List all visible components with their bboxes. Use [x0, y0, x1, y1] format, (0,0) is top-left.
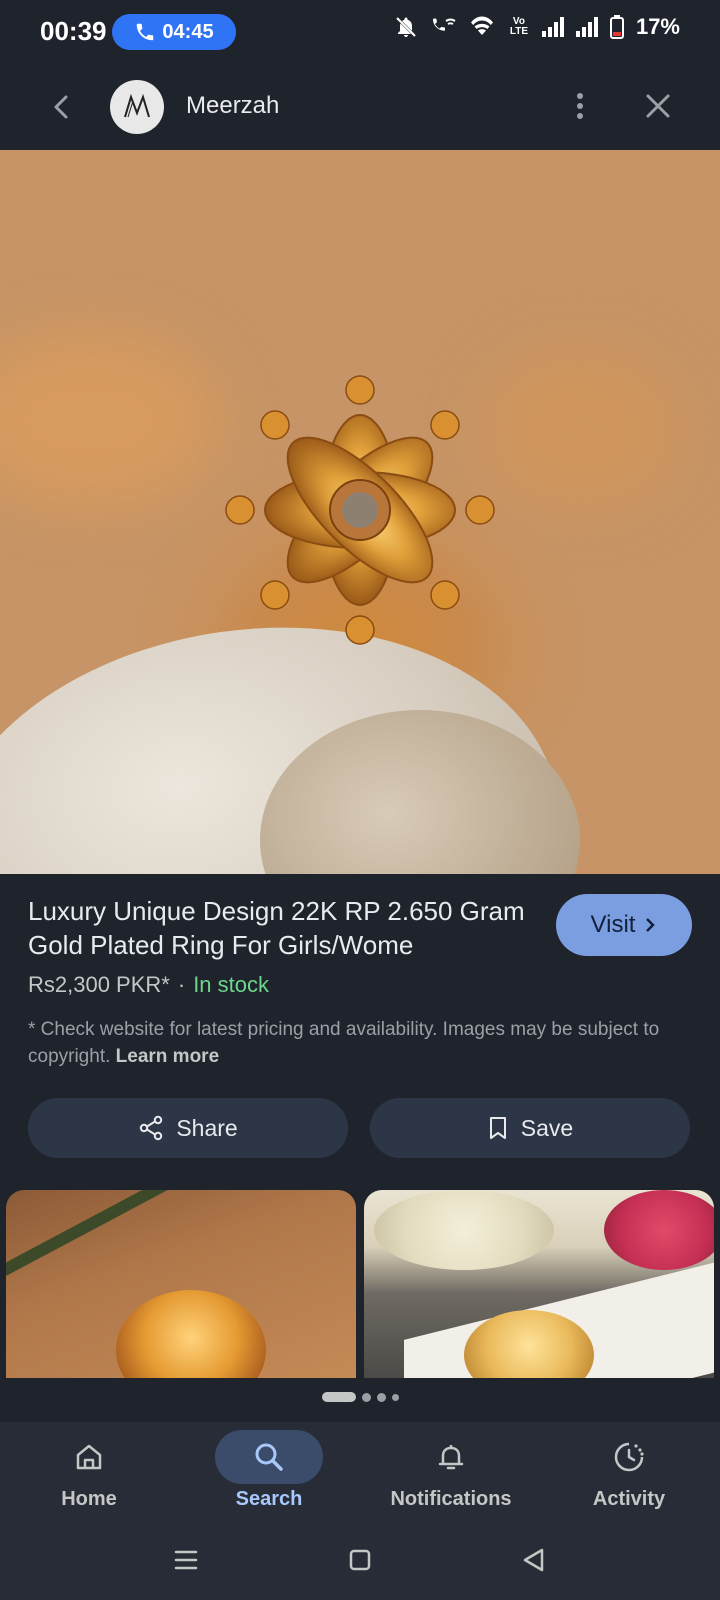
stock-status: In stock	[193, 972, 269, 997]
carousel-dot	[376, 1392, 386, 1402]
related-image-2[interactable]	[364, 1190, 714, 1378]
nav-search[interactable]: Search	[184, 1422, 354, 1522]
leaf-stem	[6, 1190, 215, 1278]
bottom-navigation: Home Search Notifications Activity	[0, 1422, 720, 1522]
search-icon-wrap	[215, 1430, 323, 1484]
learn-more-link[interactable]: Learn more	[116, 1046, 219, 1067]
wifi-icon	[470, 16, 493, 35]
bell-icon	[438, 1445, 464, 1470]
nav-search-label: Search	[235, 1488, 303, 1510]
mute-icon	[395, 16, 417, 38]
menu-icon[interactable]	[166, 1540, 206, 1580]
ongoing-call-pill[interactable]: 04:45	[112, 14, 236, 50]
activity-icon	[614, 1442, 644, 1472]
white-flowers	[374, 1190, 554, 1270]
pink-flowers	[604, 1190, 714, 1270]
price-row: Rs2,300 PKR* · In stock	[28, 972, 269, 998]
status-bar: 00:39 04:45 Vo LTE 17%	[0, 0, 720, 64]
chevron-right-icon	[646, 918, 656, 932]
volte-icon: Vo LTE	[509, 16, 529, 37]
nav-home[interactable]: Home	[4, 1422, 174, 1522]
call-timer: 04:45	[162, 20, 214, 43]
home-icon-wrap	[35, 1430, 143, 1484]
gold-ring-illustration	[225, 375, 495, 645]
bookmark-icon	[489, 1117, 506, 1139]
carousel-indicator	[0, 1392, 720, 1402]
related-image-1[interactable]	[6, 1190, 356, 1378]
nav-notifications-label: Notifications	[390, 1488, 512, 1510]
home-square-icon[interactable]	[340, 1540, 380, 1580]
status-icons: Vo LTE 17%	[394, 14, 680, 40]
separator: ·	[177, 972, 186, 997]
disclaimer: * Check website for latest pricing and a…	[28, 1016, 692, 1070]
meerzah-logo-icon	[124, 93, 150, 118]
home-icon	[76, 1444, 102, 1470]
share-label: Share	[176, 1114, 238, 1141]
system-navigation	[0, 1522, 720, 1600]
back-triangle-icon[interactable]	[514, 1540, 554, 1580]
source-name[interactable]: Meerzah	[186, 92, 279, 120]
visit-label: Visit	[590, 911, 636, 938]
more-options-icon[interactable]	[562, 88, 598, 124]
signal-icon	[575, 17, 598, 37]
related-images	[0, 1190, 720, 1378]
signal-icon	[541, 17, 564, 37]
carousel-dot	[361, 1392, 371, 1402]
wifi-call-icon	[432, 18, 456, 31]
back-chevron-icon[interactable]	[44, 89, 80, 125]
phone-icon	[137, 23, 154, 41]
nav-activity[interactable]: Activity	[544, 1422, 714, 1522]
search-icon	[255, 1443, 283, 1471]
source-avatar[interactable]	[110, 80, 164, 134]
visit-button[interactable]: Visit	[556, 894, 692, 956]
save-button[interactable]: Save	[370, 1098, 690, 1158]
background-blur	[0, 330, 220, 510]
status-time: 00:39	[40, 16, 107, 46]
save-label: Save	[520, 1114, 574, 1141]
nav-home-label: Home	[61, 1488, 117, 1510]
nav-notifications[interactable]: Notifications	[366, 1422, 536, 1522]
gold-ring-thumb	[116, 1290, 266, 1378]
carousel-dot	[391, 1393, 399, 1401]
bell-icon-wrap	[397, 1430, 505, 1484]
source-header: Meerzah	[0, 64, 720, 150]
price: Rs2,300 PKR*	[28, 972, 170, 997]
share-icon	[140, 1115, 163, 1141]
carousel-dot-active	[321, 1392, 356, 1402]
share-button[interactable]: Share	[28, 1098, 348, 1158]
activity-icon-wrap	[575, 1430, 683, 1484]
battery-icon	[609, 15, 624, 39]
nav-activity-label: Activity	[592, 1488, 666, 1510]
battery-percent: 17%	[635, 14, 680, 39]
product-title[interactable]: Luxury Unique Design 22K RP 2.650 Gram G…	[28, 894, 528, 962]
close-icon[interactable]	[640, 88, 676, 124]
product-image[interactable]	[0, 150, 720, 874]
